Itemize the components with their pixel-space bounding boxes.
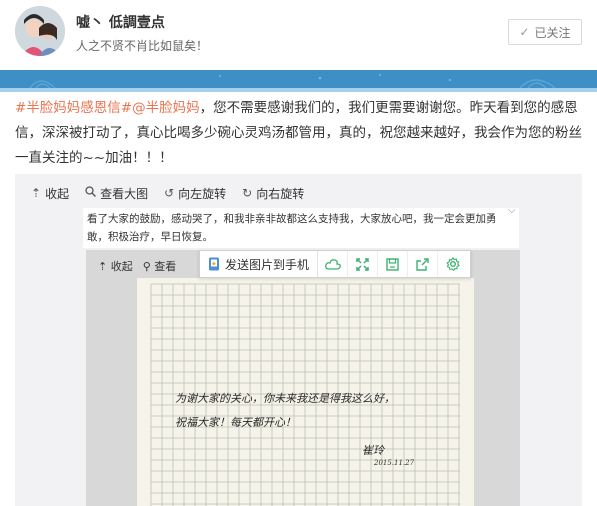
arrow-up-icon: ⇡ — [98, 260, 108, 273]
profile-header: 嘘丶 低調壹点 人之不贤不肖比如鼠矣！ ✓ 已关注 — [0, 0, 597, 70]
settings-icon[interactable] — [438, 251, 468, 277]
viewer-toolbar: ⇡ 收起 查看大图 ↺ 向左旋转 ↻ 向右旋转 — [15, 180, 304, 206]
rotate-left-label: 向左旋转 — [178, 186, 227, 201]
rotate-left-icon: ↺ — [164, 186, 175, 200]
letter-date: 2015.11.27 — [373, 459, 415, 467]
inner-view-label: 查看 — [154, 260, 177, 273]
post-content: #半脸妈妈感恩信#@半脸妈妈，您不需要感谢我们的，我们更需要谢谢您。昨天看到您的… — [15, 96, 585, 171]
user-bio: 人之不贤不肖比如鼠矣！ — [76, 39, 209, 53]
follow-label: 已关注 — [534, 25, 571, 40]
avatar[interactable] — [15, 6, 65, 56]
cloud-icon[interactable] — [318, 251, 349, 277]
view-large-button[interactable]: 查看大图 — [85, 185, 148, 202]
letter-signature: 崔玲 — [362, 444, 386, 457]
chevron-down-icon[interactable]: ⌵ — [508, 205, 516, 216]
magnifier-icon: ⚲ — [142, 260, 151, 273]
followed-button[interactable]: ✓ 已关注 — [508, 19, 582, 45]
rotate-right-button[interactable]: ↻ 向右旋转 — [242, 185, 304, 202]
magnifier-icon — [85, 186, 97, 200]
letter-line-2: 祝福大家！每天都开心！ — [175, 416, 296, 429]
check-icon: ✓ — [519, 25, 530, 39]
rotate-right-icon: ↻ — [242, 186, 253, 200]
topic-tag[interactable]: #半脸妈妈感恩信# — [15, 100, 132, 116]
collapse-button[interactable]: ⇡ 收起 — [31, 185, 69, 202]
send-to-phone-button[interactable]: ★ 发送图片到手机 — [200, 251, 319, 277]
rotate-left-button[interactable]: ↺ 向左旋转 — [164, 185, 226, 202]
rotate-right-label: 向右旋转 — [256, 186, 305, 201]
fullscreen-icon[interactable] — [348, 251, 379, 277]
banner-strip — [0, 70, 597, 88]
send-to-phone-label: 发送图片到手机 — [225, 257, 310, 272]
arrow-up-icon: ⇡ — [31, 186, 42, 200]
inner-toolbar: ⇡ 收起 ⚲ 查看 — [98, 258, 176, 274]
share-icon[interactable] — [408, 251, 439, 277]
inner-collapse: ⇡ 收起 — [98, 258, 133, 274]
inner-view: ⚲ 查看 — [143, 258, 177, 274]
inner-collapse-label: 收起 — [110, 260, 133, 273]
image-action-popup: ★ 发送图片到手机 — [199, 250, 471, 278]
collapse-label: 收起 — [45, 186, 70, 201]
banner-divider — [0, 88, 597, 92]
username[interactable]: 嘘丶 低調壹点 — [76, 12, 165, 32]
handwritten-letter: 为谢大家的关心，你未来我还是得我这么好， 祝福大家！每天都开心！ 崔玲 2015… — [137, 278, 474, 506]
user-mention[interactable]: @半脸妈妈 — [132, 100, 200, 116]
image-caption: 看了大家的鼓励，感动哭了，和我非亲非故都这么支持我，大家放心吧，我一定会更加勇敢… — [87, 213, 497, 243]
svg-text:★: ★ — [211, 261, 216, 268]
letter-line-1: 为谢大家的关心，你未来我还是得我这么好， — [175, 392, 395, 405]
save-icon[interactable] — [378, 251, 409, 277]
view-large-label: 查看大图 — [100, 186, 149, 201]
phone-icon: ★ — [209, 257, 219, 271]
